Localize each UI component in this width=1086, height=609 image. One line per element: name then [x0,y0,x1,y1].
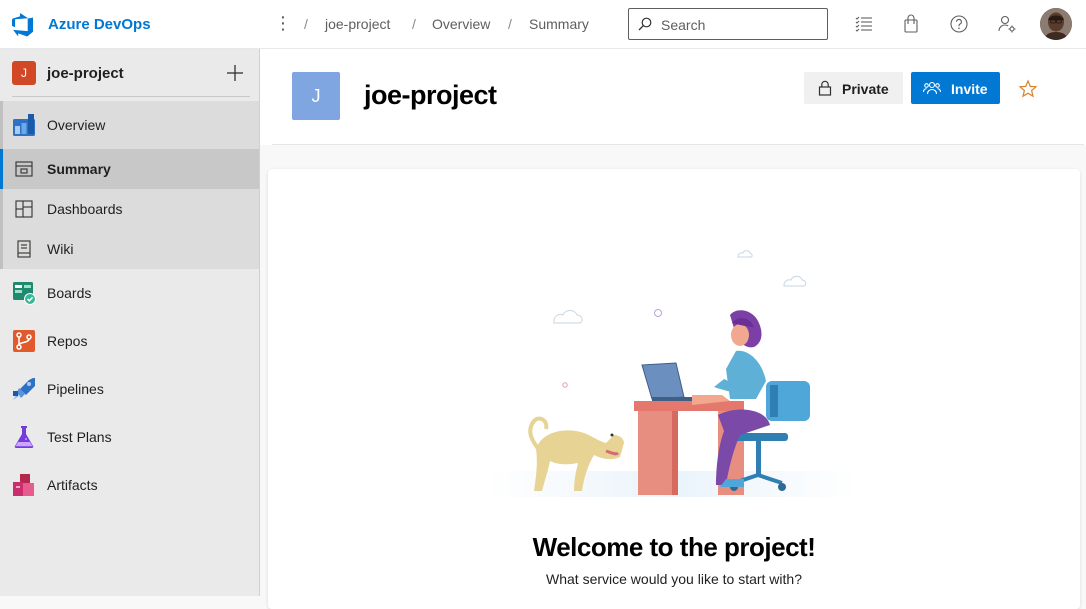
sidebar-project-header[interactable]: J joe-project [0,49,259,97]
welcome-subtitle: What service would you like to start wit… [546,571,802,587]
private-label: Private [842,81,889,97]
favorite-star-icon[interactable] [1018,79,1038,99]
search-icon [638,17,652,31]
people-icon [923,81,941,95]
sidebar-item-test-plans[interactable]: Test Plans [0,417,259,457]
sidebar-item-label: Test Plans [47,429,112,445]
user-settings-icon[interactable] [997,14,1017,34]
breadcrumb-summary[interactable]: Summary [529,16,589,32]
sidebar-item-label: Boards [47,285,92,301]
breadcrumb-separator: / [304,16,308,32]
boards-icon [13,282,36,305]
welcome-illustration [488,250,858,497]
sidebar-project-name[interactable]: joe-project [47,65,124,82]
project-badge: J [12,61,36,85]
welcome-card: Welcome to the project! What service wou… [268,169,1080,609]
sidebar-item-repos[interactable]: Repos [0,321,259,361]
overview-icon [13,114,35,136]
summary-icon [15,161,33,177]
invite-label: Invite [951,81,988,97]
lock-icon [818,80,832,96]
sidebar-item-label: Pipelines [47,381,104,397]
sidebar: J joe-project Overview Summary Dashboard… [0,49,260,596]
azure-devops-logo-icon[interactable] [12,13,36,37]
task-list-icon[interactable] [854,14,874,34]
sidebar-item-label: Wiki [47,241,74,257]
wiki-icon [17,240,31,258]
sidebar-item-artifacts[interactable]: Artifacts [0,465,259,505]
sidebar-item-label: Summary [47,161,111,177]
selected-indicator [0,149,3,189]
sidebar-item-label: Dashboards [47,201,123,217]
breadcrumb-separator: / [412,16,416,32]
sidebar-item-boards[interactable]: Boards [0,273,259,313]
app-brand[interactable]: Azure DevOps [48,16,151,33]
page-title: joe-project [364,80,497,110]
pipelines-icon [13,378,35,400]
invite-button[interactable]: Invite [911,72,1000,104]
sidebar-item-wiki[interactable]: Wiki [0,229,259,269]
avatar-photo-icon [1040,8,1072,40]
shopping-bag-icon[interactable] [901,14,921,34]
more-actions-icon[interactable]: ⋮ [274,13,292,33]
private-button[interactable]: Private [804,72,903,104]
search-box[interactable] [628,8,828,40]
help-icon[interactable] [949,14,969,34]
sidebar-item-label: Repos [47,333,88,349]
sidebar-item-overview[interactable]: Overview [0,105,259,145]
breadcrumb-separator: / [508,16,512,32]
artifacts-icon [13,474,34,496]
top-bar: Azure DevOps ⋮ / joe-project / Overview … [0,0,1086,49]
search-input[interactable] [661,15,821,35]
project-header: J joe-project Private Invite [260,49,1086,145]
sidebar-item-label: Artifacts [47,477,98,493]
test-plans-icon [14,426,34,448]
header-divider [272,144,1084,145]
sidebar-item-pipelines[interactable]: Pipelines [0,369,259,409]
sidebar-item-dashboards[interactable]: Dashboards [0,189,259,229]
repos-icon [13,330,35,352]
add-icon[interactable] [225,63,245,83]
sidebar-item-summary[interactable]: Summary [0,149,259,189]
dashboards-icon [15,200,33,218]
sidebar-item-label: Overview [47,117,106,133]
welcome-title: Welcome to the project! [532,532,816,562]
breadcrumb-overview[interactable]: Overview [432,16,490,32]
project-tile: J [292,72,340,120]
divider [12,96,250,97]
user-avatar[interactable] [1040,8,1072,40]
breadcrumb-project[interactable]: joe-project [325,16,390,32]
